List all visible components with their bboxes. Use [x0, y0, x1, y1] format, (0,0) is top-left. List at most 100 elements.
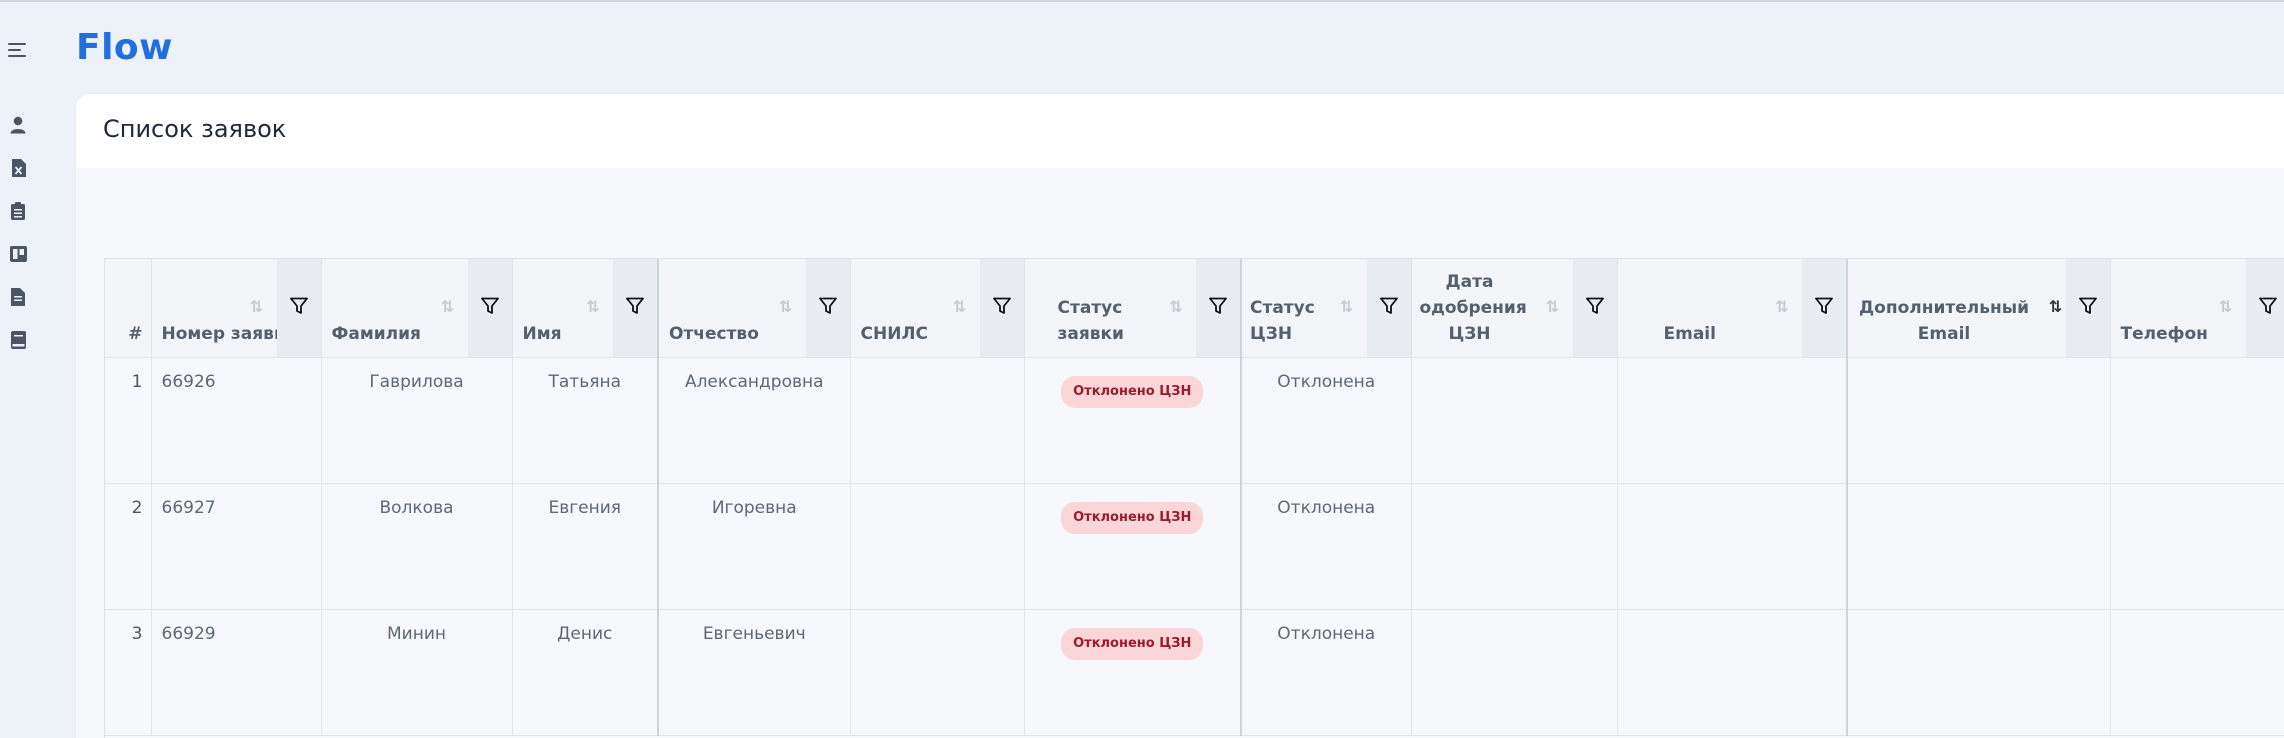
column-label: Телефон: [2120, 324, 2208, 344]
status-badge: Отклонено ЦЗН: [1061, 502, 1204, 534]
column-label: Статус ЦЗН: [1250, 298, 1315, 344]
column-header-request-number[interactable]: Номер заявки ⇅: [151, 259, 322, 358]
cell-last-name: Минин: [321, 609, 513, 736]
sort-icon[interactable]: ⇅: [2218, 297, 2234, 317]
filter-icon[interactable]: [1802, 259, 1846, 357]
cell-first-name: Татьяна: [512, 357, 659, 484]
book-icon[interactable]: [8, 330, 28, 350]
cell-email: [1617, 609, 1848, 736]
sort-icon[interactable]: ⇅: [1774, 297, 1790, 317]
column-header-patronymic[interactable]: Отчество ⇅: [658, 259, 851, 358]
cell-snils: [850, 609, 1025, 736]
cell-additional-email: [1847, 357, 2111, 484]
cell-snils: [850, 357, 1025, 484]
filter-icon[interactable]: [1196, 259, 1240, 357]
cell-patronymic: Игоревна: [658, 483, 851, 610]
cell-patronymic: Александровна: [658, 357, 851, 484]
sort-icon[interactable]: ⇅: [1339, 297, 1355, 317]
cell-request-number: 66927: [151, 483, 322, 610]
column-label: Имя: [522, 324, 562, 344]
filter-icon[interactable]: [2065, 259, 2110, 357]
sort-icon[interactable]: ⇅: [952, 297, 968, 317]
column-header-phone[interactable]: Телефон ⇅: [2110, 259, 2284, 358]
filter-icon[interactable]: [467, 259, 512, 357]
cell-approval-date: [1411, 357, 1618, 484]
sidebar: [0, 0, 70, 738]
filter-icon[interactable]: [1572, 259, 1617, 357]
cell-phone: [2110, 483, 2284, 610]
column-header-email[interactable]: Email ⇅: [1617, 259, 1848, 358]
main-panel: Список заявок # Номер заявки ⇅ Фамилия ⇅…: [76, 94, 2284, 738]
user-icon[interactable]: [8, 115, 28, 135]
filter-icon[interactable]: [613, 259, 657, 357]
cell-approval-date: [1411, 609, 1618, 736]
kanban-board-icon[interactable]: [8, 244, 28, 264]
cell-snils: [850, 483, 1025, 610]
panel-header: Список заявок: [76, 94, 2284, 168]
cell-num: 2: [105, 483, 152, 610]
cell-request-number: 66926: [151, 357, 322, 484]
filter-icon[interactable]: [276, 259, 321, 357]
cell-patronymic: Евгеньевич: [658, 609, 851, 736]
cell-czn-status: Отклонена: [1241, 609, 1412, 736]
cell-approval-date: [1411, 483, 1618, 610]
column-label: Статус заявки: [1057, 298, 1124, 344]
column-label: Дополнительный Email: [1859, 298, 2029, 344]
sort-icon[interactable]: ⇅: [1168, 297, 1184, 317]
excel-file-icon[interactable]: [8, 158, 28, 178]
column-label: Фамилия: [331, 324, 421, 344]
status-badge: Отклонено ЦЗН: [1061, 376, 1204, 408]
table-row[interactable]: 1 66926 Гаврилова Татьяна Александровна …: [105, 357, 2284, 484]
app-logo[interactable]: Flow: [76, 27, 173, 68]
cell-phone: [2110, 609, 2284, 736]
document-icon[interactable]: [8, 287, 28, 307]
column-label: СНИЛС: [860, 324, 929, 344]
sort-icon[interactable]: ⇅: [440, 297, 456, 317]
column-header-additional-email[interactable]: Дополнительный Email ⇅: [1847, 259, 2111, 358]
requests-table: # Номер заявки ⇅ Фамилия ⇅ Имя ⇅ Отчеств…: [105, 259, 2284, 736]
table-row[interactable]: 3 66929 Минин Денис Евгеньевич Отклонено…: [105, 609, 2284, 736]
column-header-num: #: [105, 259, 152, 358]
column-header-request-status[interactable]: Статус заявки ⇅: [1024, 259, 1242, 358]
sort-icon[interactable]: ⇅: [249, 297, 265, 317]
column-header-approval-date[interactable]: Дата одобрения ЦЗН ⇅: [1411, 259, 1618, 358]
cell-first-name: Денис: [512, 609, 659, 736]
cell-additional-email: [1847, 609, 2111, 736]
cell-email: [1617, 483, 1848, 610]
filter-icon[interactable]: [2245, 259, 2284, 357]
cell-additional-email: [1847, 483, 2111, 610]
window-top-border: [0, 0, 2284, 2]
column-header-snils[interactable]: СНИЛС ⇅: [850, 259, 1025, 358]
requests-table-container: # Номер заявки ⇅ Фамилия ⇅ Имя ⇅ Отчеств…: [104, 258, 2284, 738]
cell-request-status: Отклонено ЦЗН: [1024, 483, 1242, 610]
clipboard-list-icon[interactable]: [8, 201, 28, 221]
menu-icon[interactable]: [8, 40, 28, 60]
column-label: Дата одобрения ЦЗН: [1419, 272, 1527, 344]
cell-czn-status: Отклонена: [1241, 483, 1412, 610]
cell-czn-status: Отклонена: [1241, 357, 1412, 484]
cell-last-name: Гаврилова: [321, 357, 513, 484]
sort-icon[interactable]: ⇅: [778, 297, 794, 317]
column-header-first-name[interactable]: Имя ⇅: [512, 259, 659, 358]
cell-phone: [2110, 357, 2284, 484]
sort-active-icon[interactable]: ⇅: [2048, 297, 2064, 317]
column-header-last-name[interactable]: Фамилия ⇅: [321, 259, 513, 358]
column-label: Email: [1663, 324, 1716, 344]
sort-icon[interactable]: ⇅: [1545, 297, 1561, 317]
table-header-row: # Номер заявки ⇅ Фамилия ⇅ Имя ⇅ Отчеств…: [105, 259, 2284, 358]
page-title: Список заявок: [103, 115, 287, 143]
status-badge: Отклонено ЦЗН: [1061, 628, 1204, 660]
column-header-czn-status[interactable]: Статус ЦЗН ⇅: [1241, 259, 1412, 358]
sort-icon[interactable]: ⇅: [585, 297, 601, 317]
filter-icon[interactable]: [805, 259, 850, 357]
cell-num: 1: [105, 357, 152, 484]
cell-request-status: Отклонено ЦЗН: [1024, 609, 1242, 736]
cell-last-name: Волкова: [321, 483, 513, 610]
cell-email: [1617, 357, 1848, 484]
cell-first-name: Евгения: [512, 483, 659, 610]
filter-icon[interactable]: [1366, 259, 1411, 357]
cell-request-number: 66929: [151, 609, 322, 736]
table-row[interactable]: 2 66927 Волкова Евгения Игоревна Отклоне…: [105, 483, 2284, 610]
column-label: Отчество: [669, 324, 759, 344]
filter-icon[interactable]: [979, 259, 1024, 357]
